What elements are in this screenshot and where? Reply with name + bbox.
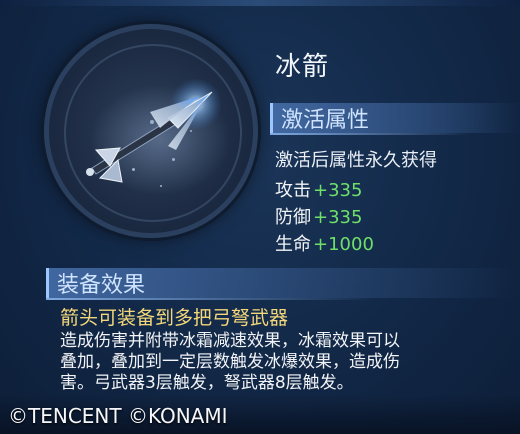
- accent-divider: [270, 133, 470, 135]
- equip-description: 造成伤害并附带冰霜减速效果，冰霜效果可以 叠加，叠加到一定层数触发冰爆效果，造成…: [60, 331, 480, 394]
- stat-row-health: 生命 +1000: [275, 230, 374, 256]
- stat-value: +1000: [313, 234, 374, 255]
- stat-row-defense: 防御 +335: [275, 203, 362, 229]
- stat-value: +335: [313, 180, 363, 201]
- accent-divider: [46, 298, 376, 300]
- copyright-notice: ©TENCENT ©KONAMI: [8, 404, 228, 428]
- stat-name: 防御: [275, 207, 311, 228]
- description-line: 害。弓武器3层触发，弩武器8层触发。: [60, 373, 354, 393]
- equip-subtitle: 箭头可装备到多把弓弩武器: [60, 307, 289, 329]
- activation-header-bar: 激活属性: [270, 103, 520, 133]
- activation-header: 激活属性: [281, 108, 370, 133]
- stat-name: 攻击: [275, 180, 311, 201]
- description-line: 造成伤害并附带冰霜减速效果，冰霜效果可以: [60, 331, 400, 351]
- stat-row-attack: 攻击 +335: [275, 176, 362, 202]
- stat-name: 生命: [275, 234, 311, 255]
- item-detail-panel: 冰箭 激活属性 激活后属性永久获得 攻击 +335 防御 +335 生命 +1000 …: [0, 0, 520, 434]
- equip-header-bar: 装备效果: [46, 268, 520, 298]
- ice-arrow-icon: [86, 78, 230, 195]
- description-line: 叠加，叠加到一定层数触发冰爆效果，造成伤: [60, 352, 400, 372]
- equip-header: 装备效果: [57, 273, 146, 298]
- stat-value: +335: [313, 207, 363, 228]
- activation-note: 激活后属性永久获得: [275, 150, 437, 171]
- item-name: 冰箭: [275, 52, 330, 82]
